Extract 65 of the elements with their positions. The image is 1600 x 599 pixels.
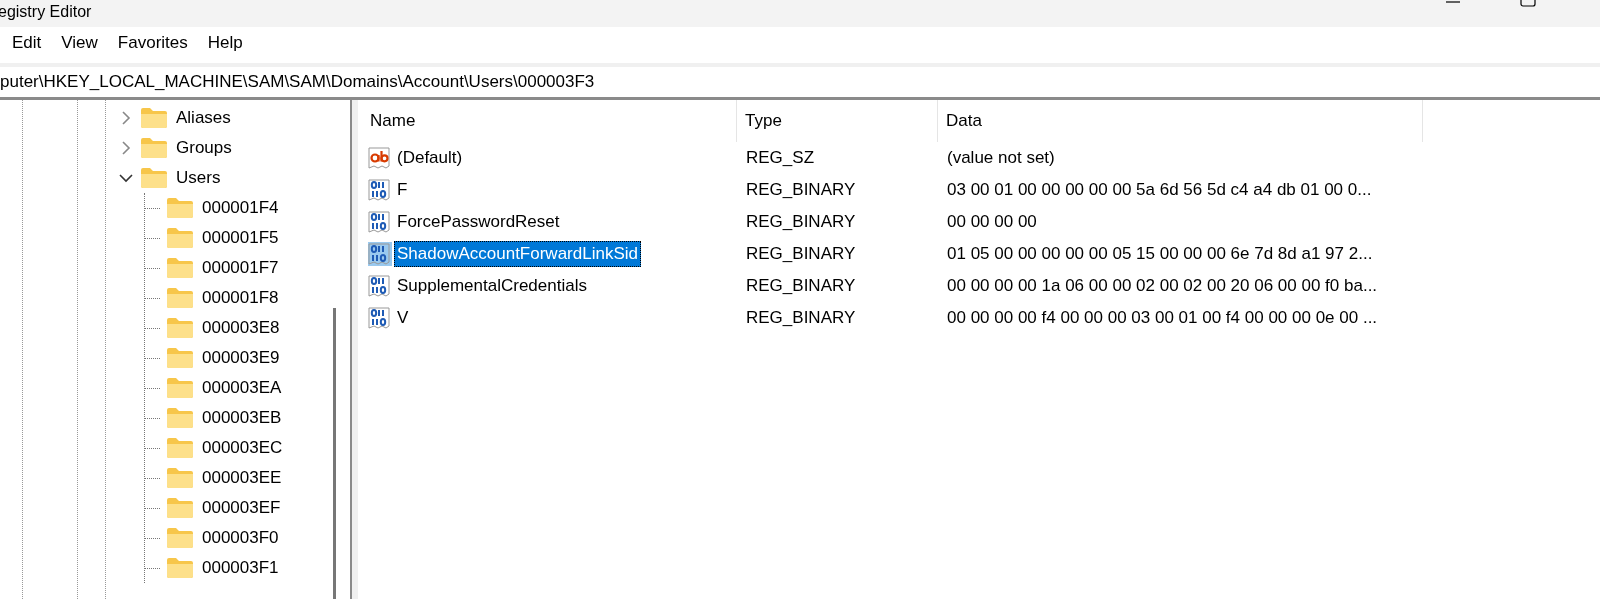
tree-item[interactable]: 000003EA: [200, 378, 284, 398]
value-data: 00 00 00 00 f4 00 00 00 03 00 01 00 f4 00 00 00 0e 00 ...: [946, 308, 1379, 328]
folder-icon: [166, 497, 194, 519]
folder-icon: [166, 407, 194, 429]
value-name[interactable]: V: [394, 305, 412, 331]
value-type: REG_BINARY: [745, 276, 857, 296]
address-bar[interactable]: puter\HKEY_LOCAL_MACHINE\SAM\SAM\Domains\Account\Users\000003F3: [0, 72, 595, 92]
tree-item[interactable]: 000003EF: [200, 498, 283, 518]
folder-icon: [166, 287, 194, 309]
folder-icon: [140, 167, 168, 189]
menu-item[interactable]: Help: [197, 29, 253, 57]
tree-item[interactable]: 000003E8: [200, 318, 282, 338]
tree-item[interactable]: 000003EB: [200, 408, 284, 428]
value-type: REG_BINARY: [745, 308, 857, 328]
value-type: REG_SZ: [745, 148, 816, 168]
tree-item[interactable]: 000003E9: [200, 348, 282, 368]
value-data: 03 00 01 00 00 00 00 00 5a 6d 56 5d c4 a4 db 01 00 0...: [946, 180, 1373, 200]
value-name[interactable]: ForcePasswordReset: [394, 209, 563, 235]
folder-icon: [166, 557, 194, 579]
tree-item[interactable]: 000003EC: [200, 438, 285, 458]
chevron-down-icon[interactable]: [119, 173, 133, 183]
value-data: (value not set): [946, 148, 1056, 168]
folder-icon: [166, 317, 194, 339]
chevron-right-icon[interactable]: [121, 141, 131, 155]
value-name[interactable]: ShadowAccountForwardLinkSid: [394, 241, 641, 267]
tree-item[interactable]: 000003EE: [200, 468, 284, 488]
folder-icon: [140, 137, 168, 159]
tree-item[interactable]: 000001F5: [200, 228, 281, 248]
tree-item[interactable]: Groups: [174, 138, 234, 158]
tree-item[interactable]: Aliases: [174, 108, 233, 128]
string-value-icon: [368, 146, 392, 170]
folder-icon: [140, 107, 168, 129]
binary-value-icon: [368, 242, 392, 266]
scrollbar-thumb[interactable]: [333, 308, 336, 599]
folder-icon: [166, 257, 194, 279]
value-type: REG_BINARY: [745, 180, 857, 200]
binary-value-icon: [368, 178, 392, 202]
folder-icon: [166, 467, 194, 489]
value-name[interactable]: (Default): [394, 145, 466, 171]
binary-value-icon: [368, 210, 392, 234]
folder-icon: [166, 347, 194, 369]
value-name[interactable]: F: [394, 177, 411, 203]
value-data: 00 00 00 00 1a 06 00 00 02 00 02 00 20 06 00 00 f0 ba...: [946, 276, 1379, 296]
folder-icon: [166, 197, 194, 219]
folder-icon: [166, 527, 194, 549]
binary-value-icon: [368, 306, 392, 330]
menu-item[interactable]: View: [51, 29, 108, 57]
tree-item[interactable]: 000003F1: [200, 558, 281, 578]
folder-icon: [166, 377, 194, 399]
menu-item[interactable]: Favorites: [107, 29, 198, 57]
tree-item[interactable]: Users: [174, 168, 223, 188]
tree-item[interactable]: 000003F0: [200, 528, 281, 548]
value-name[interactable]: SupplementalCredentials: [394, 273, 590, 299]
tree-item[interactable]: 000001F4: [200, 198, 281, 218]
value-data: 00 00 00 00: [946, 212, 1038, 232]
binary-value-icon: [368, 274, 392, 298]
tree-item[interactable]: 000001F8: [200, 288, 281, 308]
value-type: REG_BINARY: [745, 212, 857, 232]
tree-item[interactable]: 000001F7: [200, 258, 281, 278]
folder-icon: [166, 437, 194, 459]
folder-icon: [166, 227, 194, 249]
value-type: REG_BINARY: [745, 244, 857, 264]
menu-item[interactable]: Edit: [2, 29, 52, 57]
chevron-right-icon[interactable]: [121, 111, 131, 125]
value-data: 01 05 00 00 00 00 00 05 15 00 00 00 6e 7d 8d a1 97 2...: [946, 244, 1374, 264]
